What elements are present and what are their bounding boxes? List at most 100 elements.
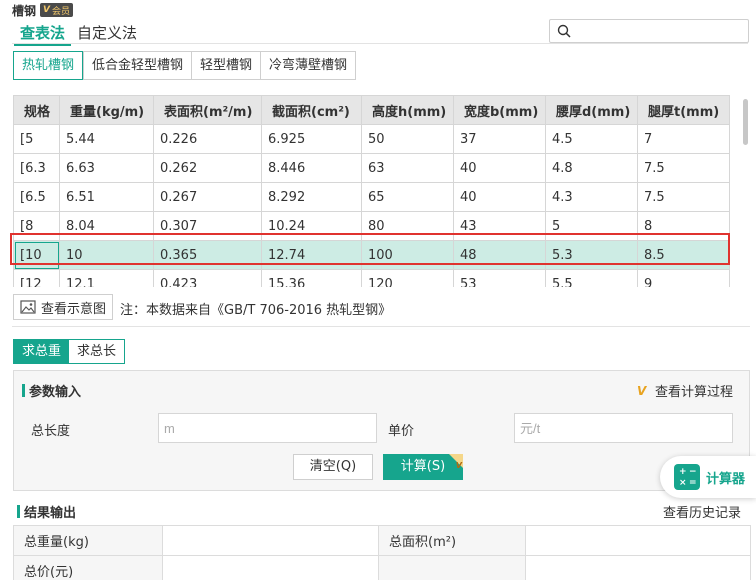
col-header-section-area[interactable]: 截面积(cm²)	[261, 95, 362, 125]
table-cell[interactable]: 4.5	[545, 124, 638, 154]
unit-price-field[interactable]	[514, 413, 733, 443]
section-accent-bar	[17, 505, 20, 518]
table-cell[interactable]: 0.307	[153, 211, 262, 241]
col-header-flange-thickness[interactable]: 腿厚t(mm)	[637, 95, 730, 125]
total-length-label: 总长度	[31, 424, 71, 439]
tab-cold-formed-thin[interactable]: 冷弯薄壁槽钢	[260, 52, 356, 79]
col-header-web-thickness[interactable]: 腰厚d(mm)	[545, 95, 638, 125]
spec-table: 规格 重量(kg/m) 表面积(m²/m) 截面积(cm²) 高度h(mm) 宽…	[13, 95, 730, 287]
result-row: 总重量(kg) 总面积(m²)	[13, 525, 751, 556]
table-cell[interactable]: 65	[361, 182, 454, 212]
table-cell[interactable]: 6.63	[59, 153, 154, 183]
table-cell[interactable]: [6.5	[13, 182, 60, 212]
table-row[interactable]: [12 12.1 0.423 15.36 120 53 5.5 9	[13, 269, 730, 287]
calculate-button[interactable]: 计算(S) V	[383, 454, 463, 480]
table-cell[interactable]: 50	[361, 124, 454, 154]
table-cell[interactable]: 10	[59, 240, 154, 270]
vip-label: 会员	[51, 6, 70, 17]
total-area-value	[525, 525, 751, 556]
table-cell[interactable]: 10.24	[261, 211, 362, 241]
col-header-height[interactable]: 高度h(mm)	[361, 95, 454, 125]
search-box[interactable]	[549, 19, 749, 43]
table-cell[interactable]: 6.925	[261, 124, 362, 154]
table-cell[interactable]: 63	[361, 153, 454, 183]
table-cell[interactable]: 12.1	[59, 269, 154, 287]
table-cell[interactable]: [8	[13, 211, 60, 241]
total-length-field[interactable]	[158, 413, 377, 443]
result-section-heading: 结果输出	[17, 502, 76, 521]
table-cell[interactable]: [5	[13, 124, 60, 154]
table-cell[interactable]: 7	[637, 124, 730, 154]
table-cell[interactable]: 80	[361, 211, 454, 241]
tab-total-length[interactable]: 求总长	[69, 340, 125, 363]
table-cell[interactable]: 40	[453, 153, 546, 183]
divider	[12, 326, 750, 327]
tab-lookup-method[interactable]: 查表法	[14, 18, 72, 46]
table-cell[interactable]: 53	[453, 269, 546, 287]
total-length-input[interactable]	[159, 414, 376, 442]
table-cell[interactable]: 0.365	[153, 240, 262, 270]
unit-price-input[interactable]	[515, 414, 732, 442]
tab-hot-rolled[interactable]: 热轧槽钢	[13, 51, 84, 80]
vip-icon: V	[43, 5, 50, 15]
mode-tabs: 查表法 自定义法	[14, 18, 143, 46]
table-cell[interactable]: 100	[361, 240, 454, 270]
table-cell[interactable]: 8.446	[261, 153, 362, 183]
table-row[interactable]: [6.3 6.63 0.262 8.446 63 40 4.8 7.5	[13, 153, 730, 183]
data-source-note: 注：本数据来自《GB/T 706-2016 热轧型钢》	[120, 303, 392, 318]
view-history-link[interactable]: 查看历史记录	[663, 502, 741, 521]
table-cell[interactable]: 5.44	[59, 124, 154, 154]
table-cell[interactable]: 0.262	[153, 153, 262, 183]
table-cell[interactable]: 15.36	[261, 269, 362, 287]
table-cell[interactable]: 4.3	[545, 182, 638, 212]
table-cell[interactable]: 40	[453, 182, 546, 212]
table-cell[interactable]: 8.04	[59, 211, 154, 241]
table-cell[interactable]: 7.5	[637, 182, 730, 212]
view-calc-process-link[interactable]: V 查看计算过程	[637, 381, 733, 401]
table-cell[interactable]: 0.226	[153, 124, 262, 154]
divider	[12, 43, 748, 44]
col-header-width[interactable]: 宽度b(mm)	[453, 95, 546, 125]
table-cell[interactable]: 43	[453, 211, 546, 241]
table-row[interactable]: [5 5.44 0.226 6.925 50 37 4.5 7	[13, 124, 730, 154]
tab-total-weight[interactable]: 求总重	[14, 340, 70, 363]
table-scrollbar-thumb[interactable]	[743, 99, 748, 145]
tab-custom-method[interactable]: 自定义法	[71, 18, 143, 46]
table-cell[interactable]: 5.3	[545, 240, 638, 270]
calculator-label: 计算器	[706, 471, 746, 487]
view-diagram-button[interactable]: 查看示意图	[13, 294, 113, 320]
table-cell[interactable]: 8.5	[637, 240, 730, 270]
search-input[interactable]	[576, 22, 744, 40]
table-cell[interactable]: 5.5	[545, 269, 638, 287]
table-cell[interactable]: 0.423	[153, 269, 262, 287]
table-cell[interactable]: 8.292	[261, 182, 362, 212]
table-cell[interactable]: [12	[13, 269, 60, 287]
table-row[interactable]: [10 10 0.365 12.74 100 48 5.3 8.5	[13, 240, 730, 270]
table-cell[interactable]: 4.8	[545, 153, 638, 183]
table-cell[interactable]: 7.5	[637, 153, 730, 183]
table-cell[interactable]: 12.74	[261, 240, 362, 270]
calculator-float-button[interactable]: + − × = 计算器	[660, 456, 756, 498]
table-row[interactable]: [6.5 6.51 0.267 8.292 65 40 4.3 7.5	[13, 182, 730, 212]
table-cell[interactable]: 37	[453, 124, 546, 154]
clear-button[interactable]: 清空(Q)	[293, 454, 373, 480]
image-icon	[20, 300, 36, 314]
col-header-spec[interactable]: 规格	[13, 95, 60, 125]
table-cell[interactable]: 48	[453, 240, 546, 270]
table-cell[interactable]: 0.267	[153, 182, 262, 212]
table-row[interactable]: [8 8.04 0.307 10.24 80 43 5 8	[13, 211, 730, 241]
table-cell[interactable]: 5	[545, 211, 638, 241]
col-header-surface-area[interactable]: 表面积(m²/m)	[153, 95, 262, 125]
table-cell[interactable]: 120	[361, 269, 454, 287]
table-cell[interactable]: 8	[637, 211, 730, 241]
unit-price-label: 单价	[388, 424, 415, 439]
table-cell[interactable]: 6.51	[59, 182, 154, 212]
table-cell[interactable]: 9	[637, 269, 730, 287]
search-icon	[557, 24, 571, 38]
table-cell[interactable]: [10	[13, 240, 60, 270]
total-price-value	[162, 555, 379, 580]
tab-light[interactable]: 轻型槽钢	[191, 52, 261, 79]
col-header-weight[interactable]: 重量(kg/m)	[59, 95, 154, 125]
table-cell[interactable]: [6.3	[13, 153, 60, 183]
tab-low-alloy-light[interactable]: 低合金轻型槽钢	[83, 52, 192, 79]
